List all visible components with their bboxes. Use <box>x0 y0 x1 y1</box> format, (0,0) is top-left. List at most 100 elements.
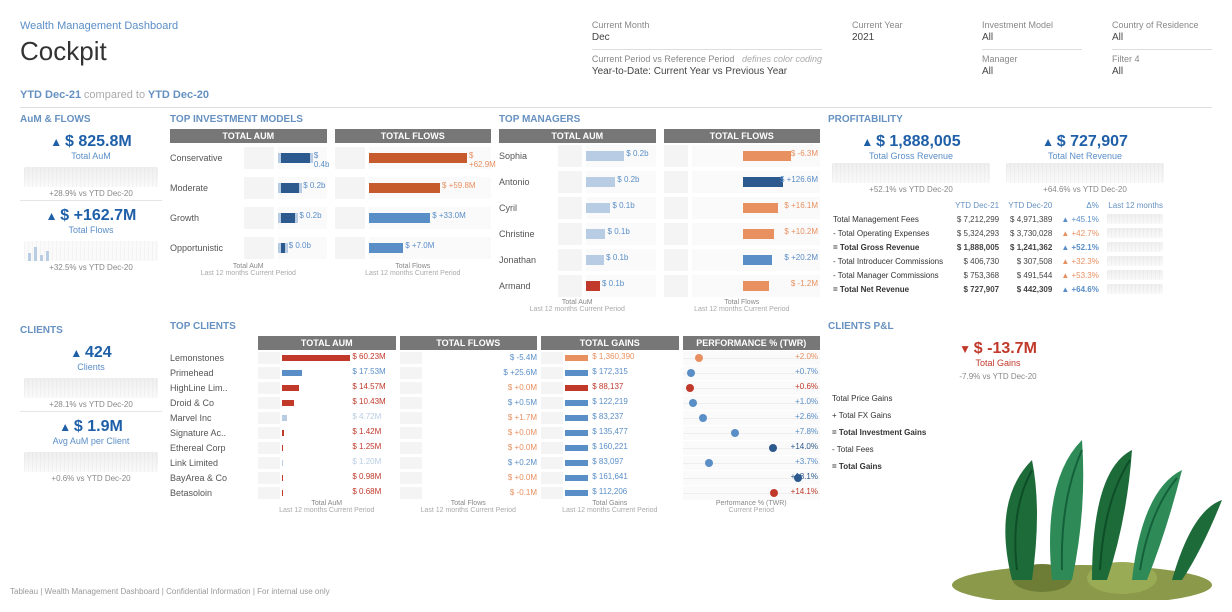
manager-row[interactable]: $ +16.1M <box>664 195 821 221</box>
period-band: YTD Dec-21 compared to YTD Dec-20 <box>20 89 1212 108</box>
manager-row[interactable]: Sophia$ 0.2b <box>499 143 656 169</box>
current-year-filter[interactable]: 2021 <box>852 32 952 43</box>
models-managers-panel: TOP INVESTMENT MODELS TOTAL AUM Conserva… <box>170 114 820 313</box>
kpi-label: Total Net Revenue <box>1002 151 1168 161</box>
total-aum-kpi[interactable]: ▲ $ 825.8M Total AuM <box>20 129 162 165</box>
manager-row[interactable]: Antonio$ 0.2b <box>499 169 656 195</box>
client-row[interactable]: Signature Ac.. $ 1.42M $ +0.0M $ 135,477… <box>170 425 820 440</box>
manager-row[interactable]: $ +20.2M <box>664 247 821 273</box>
col-header: YTD Dec-20 <box>1004 200 1055 211</box>
filter-label: Investment Model <box>982 20 1082 30</box>
net-revenue-kpi[interactable]: ▲ $ 727,907 Total Net Revenue +64.6% vs … <box>1002 129 1168 198</box>
clients-pnl-table: Total Price Gains + Total FX Gains = Total… <box>828 389 1168 476</box>
manager-row[interactable]: $ -6.3M <box>664 143 821 169</box>
kpi-value: 424 <box>85 344 112 361</box>
manager-row[interactable]: Cyril$ 0.1b <box>499 195 656 221</box>
delta-text: +52.1% vs YTD Dec-20 <box>828 185 994 194</box>
gross-revenue-kpi[interactable]: ▲ $ 1,888,005 Total Gross Revenue +52.1%… <box>828 129 994 198</box>
manager-row[interactable]: Armand$ 0.1b <box>499 273 656 299</box>
manager-row[interactable]: $ -1.2M <box>664 273 821 299</box>
investment-model-filter[interactable]: All <box>982 32 1082 43</box>
column-header: TOTAL FLOWS <box>400 336 538 350</box>
delta-text: +32.5% vs YTD Dec-20 <box>20 263 162 272</box>
filter-label: Manager <box>982 54 1082 64</box>
model-row[interactable]: Conservative$ 0.4b <box>170 143 327 173</box>
page-title: Cockpit <box>20 36 178 67</box>
managers-aum-rows: Sophia$ 0.2bAntonio$ 0.2bCyril$ 0.1bChri… <box>499 143 656 299</box>
compare-word: compared to <box>84 89 145 101</box>
cpnl-row[interactable]: - Total Fees <box>830 442 1166 457</box>
cpnl-row[interactable]: = Total Investment Gains <box>830 425 1166 440</box>
client-row[interactable]: Link Limited $ 1.20M $ +0.2M $ 83,097 +3… <box>170 455 820 470</box>
column-header: TOTAL AUM <box>499 129 656 143</box>
client-row[interactable]: Droid & Co $ 10.43M $ +0.5M $ 122,219 +1… <box>170 395 820 410</box>
models-flows-rows: $ +62.9M$ +59.8M$ +33.0M$ +7.0M <box>335 143 492 263</box>
panel-title: TOP CLIENTS <box>170 321 820 332</box>
manager-row[interactable]: $ +10.2M <box>664 221 821 247</box>
footer-text: Tableau | Wealth Management Dashboard | … <box>10 587 330 596</box>
profitability-table: YTD Dec-21 YTD Dec-20 Δ% Last 12 months … <box>828 198 1168 297</box>
manager-row[interactable]: Christine$ 0.1b <box>499 221 656 247</box>
pnl-row[interactable]: = Total Gross Revenue$ 1,888,005$ 1,241,… <box>830 241 1166 253</box>
pnl-row[interactable]: = Total Net Revenue$ 727,907$ 442,309▲ +… <box>830 283 1166 295</box>
model-row[interactable]: $ +33.0M <box>335 203 492 233</box>
pnl-row[interactable]: - Total Introducer Commissions$ 406,730$… <box>830 255 1166 267</box>
col-header: Δ% <box>1057 200 1102 211</box>
clients-pnl-panel: CLIENTS P&L ▼ $ -13.7M Total Gains -7.9%… <box>828 321 1168 514</box>
filter-label: Country of Residence <box>1112 20 1212 30</box>
kpi-value: $ 825.8M <box>65 133 132 150</box>
manager-row[interactable]: Jonathan$ 0.1b <box>499 247 656 273</box>
top-models: TOP INVESTMENT MODELS TOTAL AUM Conserva… <box>170 114 491 313</box>
model-row[interactable]: $ +59.8M <box>335 173 492 203</box>
clients-rows: Lemonstones $ 60.23M $ -5.4M $ 1,360,390… <box>170 350 820 500</box>
column-header: TOTAL GAINS <box>541 336 679 350</box>
total-flows-kpi[interactable]: ▲ $ +162.7M Total Flows <box>20 203 162 239</box>
filter4[interactable]: All <box>1112 66 1212 77</box>
reference-period: YTD Dec-20 <box>148 89 209 101</box>
filter-note: defines color coding <box>742 54 822 64</box>
model-row[interactable]: Growth$ 0.2b <box>170 203 327 233</box>
model-row[interactable]: $ +62.9M <box>335 143 492 173</box>
pnl-row[interactable]: - Total Operating Expenses$ 5,324,293$ 3… <box>830 227 1166 239</box>
up-triangle-icon: ▲ <box>46 209 58 223</box>
axis-label: Total AuM <box>499 299 656 306</box>
client-row[interactable]: Lemonstones $ 60.23M $ -5.4M $ 1,360,390… <box>170 350 820 365</box>
up-triangle-icon: ▲ <box>50 135 62 149</box>
client-row[interactable]: HighLine Lim.. $ 14.57M $ +0.0M $ 88,137… <box>170 380 820 395</box>
panel-title: PROFITABILITY <box>828 114 1168 125</box>
client-row[interactable]: Ethereal Corp $ 1.25M $ +0.0M $ 160,221 … <box>170 440 820 455</box>
client-row[interactable]: Betasoloin $ 0.68M $ -0.1M $ 112,206 +14… <box>170 485 820 500</box>
cpnl-row[interactable]: = Total Gains <box>830 459 1166 474</box>
period-filter[interactable]: Year-to-Date: Current Year vs Previous Y… <box>592 66 822 77</box>
manager-filter[interactable]: All <box>982 66 1082 77</box>
pnl-row[interactable]: - Total Manager Commissions$ 753,368$ 49… <box>830 269 1166 281</box>
kpi-value: $ 1,888,005 <box>876 133 961 150</box>
client-row[interactable]: BayArea & Co $ 0.98M $ +0.0M $ 161,641 +… <box>170 470 820 485</box>
panel-title: CLIENTS <box>20 325 162 336</box>
kpi-value: $ 727,907 <box>1057 133 1128 150</box>
cpnl-row[interactable]: Total Price Gains <box>830 391 1166 406</box>
current-month-filter[interactable]: Dec <box>592 32 822 43</box>
header: Wealth Management Dashboard Cockpit Curr… <box>20 20 1212 77</box>
client-count-kpi[interactable]: ▲ 424 Clients <box>20 340 162 376</box>
up-triangle-icon: ▲ <box>1042 135 1054 149</box>
cpnl-row[interactable]: + Total FX Gains <box>830 408 1166 423</box>
avg-aum-kpi[interactable]: ▲ $ 1.9M Avg AuM per Client <box>20 414 162 450</box>
manager-row[interactable]: $ +126.6M <box>664 169 821 195</box>
column-header: TOTAL FLOWS <box>664 129 821 143</box>
client-row[interactable]: Primehead $ 17.53M $ +25.6M $ 172,315 +0… <box>170 365 820 380</box>
model-row[interactable]: Opportunistic$ 0.0b <box>170 233 327 263</box>
client-row[interactable]: Marvel Inc $ 4.72M $ +1.7M $ 83,237 +2.6… <box>170 410 820 425</box>
filter-label: Filter 4 <box>1112 54 1212 64</box>
kpi-value: $ +162.7M <box>60 207 136 224</box>
sparkline <box>832 163 990 183</box>
subtitle: Wealth Management Dashboard <box>20 20 178 32</box>
country-filter[interactable]: All <box>1112 32 1212 43</box>
kpi-label: Total Flows <box>20 225 162 235</box>
total-gains-kpi[interactable]: ▼ $ -13.7M Total Gains <box>828 336 1168 372</box>
panel-title: TOP MANAGERS <box>499 114 820 125</box>
model-row[interactable]: Moderate$ 0.2b <box>170 173 327 203</box>
model-row[interactable]: $ +7.0M <box>335 233 492 263</box>
axis-label: Total Flows <box>664 299 821 306</box>
pnl-row[interactable]: Total Management Fees$ 7,212,299$ 4,971,… <box>830 213 1166 225</box>
